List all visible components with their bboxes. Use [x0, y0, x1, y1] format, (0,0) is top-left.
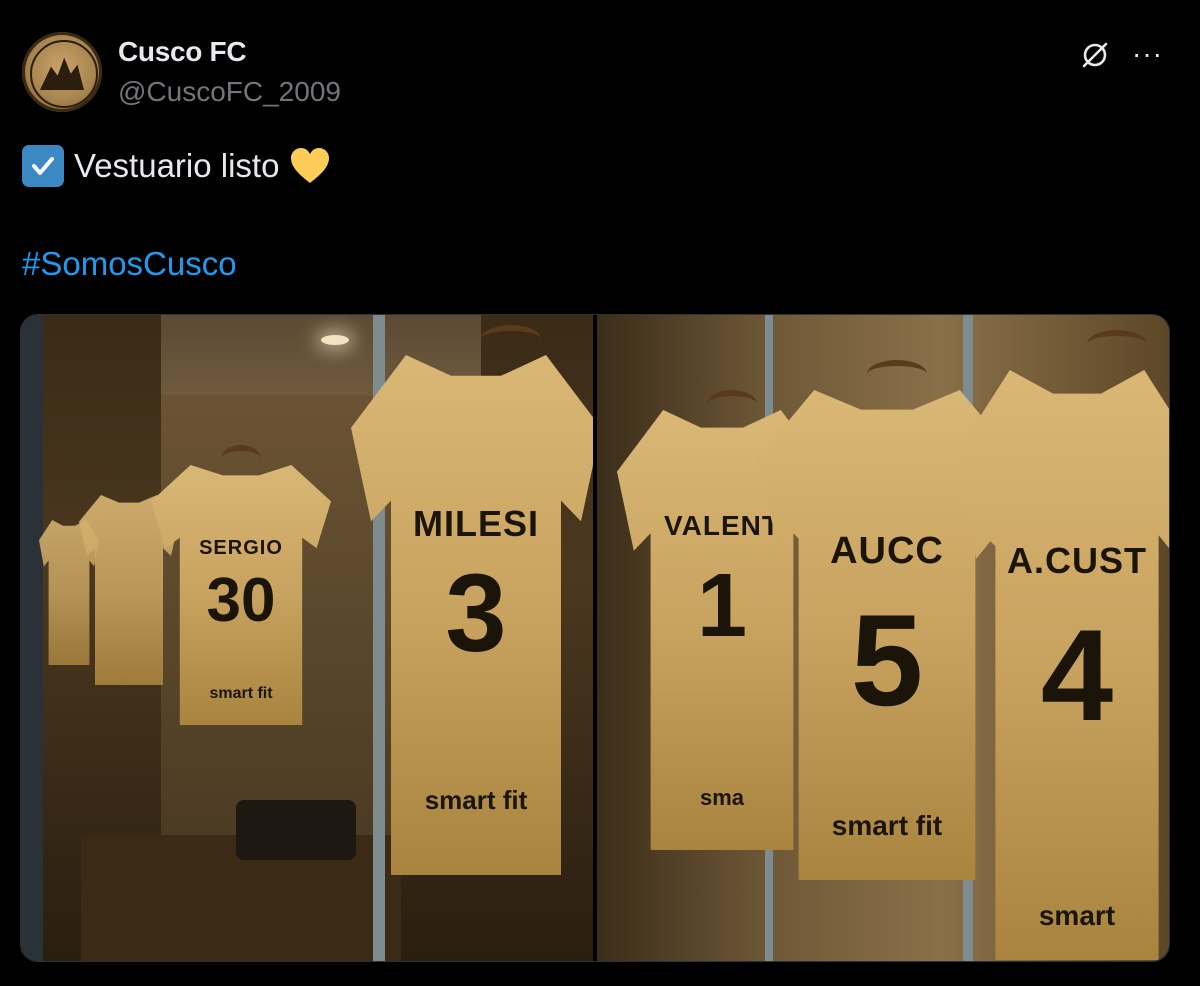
- check-box-emoji-icon: [22, 145, 64, 187]
- photo-right[interactable]: VALENT 1 sma AUCC 5 smart fit A.CUST 4 s…: [597, 315, 1169, 961]
- shoe-bag: [236, 800, 356, 860]
- post-text-line: Vestuario listo: [22, 145, 331, 187]
- avatar[interactable]: [22, 32, 102, 112]
- hanger: [1087, 330, 1147, 358]
- left-wall-panel: [21, 315, 43, 961]
- display-name[interactable]: Cusco FC: [118, 36, 247, 68]
- more-options-icon[interactable]: ···: [1132, 38, 1163, 70]
- post-text: Vestuario listo: [74, 147, 280, 184]
- tweet: Cusco FC @CuscoFC_2009 ··· Vestuario lis…: [0, 0, 1200, 986]
- media-gallery[interactable]: SERGIO 30 smart fit MILESI 3 smart fit V…: [20, 314, 1170, 962]
- hashtag-link[interactable]: #SomosCusco: [22, 245, 237, 283]
- ceiling-light: [321, 335, 349, 345]
- hanger: [867, 360, 927, 388]
- yellow-heart-emoji-icon: [291, 148, 330, 183]
- grok-icon[interactable]: [1080, 40, 1110, 70]
- hanger: [481, 325, 541, 353]
- hanger: [221, 445, 261, 473]
- hanger: [707, 390, 757, 418]
- user-handle[interactable]: @CuscoFC_2009: [118, 76, 341, 108]
- photo-left[interactable]: SERGIO 30 smart fit MILESI 3 smart fit: [21, 315, 593, 961]
